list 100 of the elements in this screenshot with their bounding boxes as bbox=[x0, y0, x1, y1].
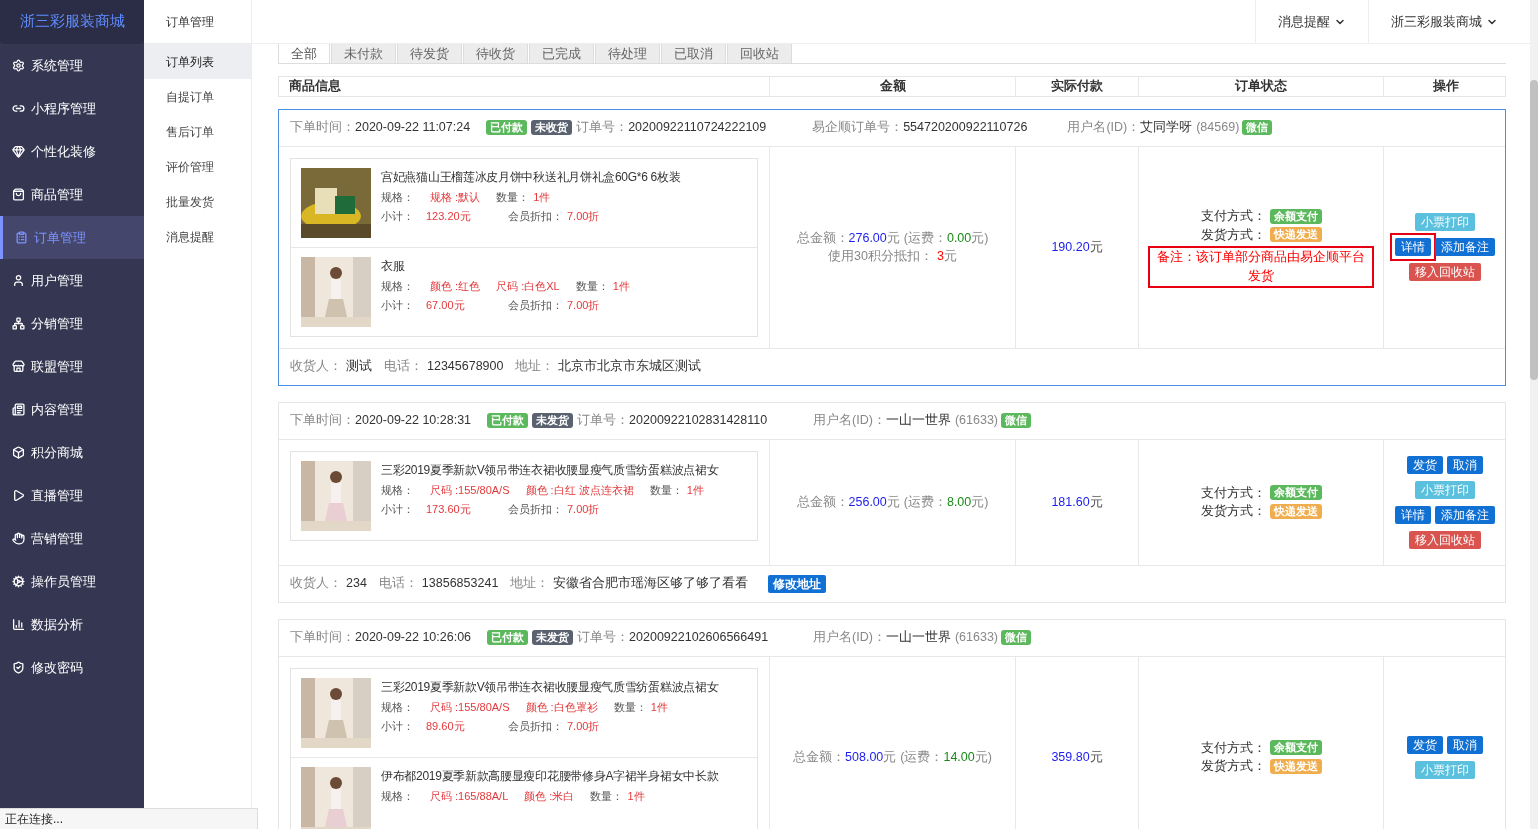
tab[interactable]: 已取消 bbox=[661, 44, 726, 63]
remark-note: 备注：该订单部分商品由易企顺平台发货 bbox=[1148, 246, 1374, 288]
column-header: 订单状态 bbox=[1139, 77, 1384, 96]
action-button[interactable]: 发货 bbox=[1406, 455, 1443, 474]
product-name[interactable]: 三彩2019夏季新款V领吊带连衣裙收腰显瘦气质雪纺蛋糕波点裙女 bbox=[381, 460, 719, 479]
spec-value: 颜色 :白色罩衫 bbox=[525, 699, 598, 715]
wechat-tag: 微信 bbox=[1001, 413, 1031, 429]
subtotal-value: 123.20元 bbox=[426, 209, 472, 225]
product-name[interactable]: 衣服 bbox=[381, 256, 630, 275]
product-name[interactable]: 三彩2019夏季新款V领吊带连衣裙收腰显瘦气质雪纺蛋糕波点裙女 bbox=[381, 677, 719, 696]
subtotal-value: 67.00元 bbox=[426, 298, 466, 314]
sidebar-item[interactable]: 直播管理 bbox=[0, 474, 144, 517]
sidebar-item[interactable]: 个性化装修 bbox=[0, 130, 144, 173]
quantity-value: 1件 bbox=[627, 788, 645, 804]
sidebar-item[interactable]: 系统管理 bbox=[0, 44, 144, 87]
menu-icon bbox=[12, 317, 25, 330]
spec-label: 规格： bbox=[381, 189, 414, 205]
sidebar-item[interactable]: 修改密码 bbox=[0, 646, 144, 689]
quantity-label: 数量： bbox=[613, 699, 647, 715]
shipping-method-tag: 快递发送 bbox=[1269, 504, 1322, 520]
paid-unit: 元 bbox=[1089, 238, 1103, 256]
menu-icon bbox=[12, 403, 25, 416]
payment-method-label: 支付方式： bbox=[1200, 739, 1266, 757]
action-button[interactable]: 移入回收站 bbox=[1408, 530, 1481, 549]
paid-amount: 190.20 bbox=[1051, 238, 1090, 256]
submenu-title: 订单管理 bbox=[166, 13, 214, 31]
points-amount: 3 bbox=[936, 248, 944, 266]
quantity-label: 数量： bbox=[575, 278, 609, 294]
quantity-value: 1件 bbox=[650, 699, 668, 715]
action-button[interactable]: 取消 bbox=[1446, 735, 1483, 754]
spec-value: 尺码 :155/80A/S bbox=[430, 482, 510, 498]
shipping-amount: 14.00 bbox=[943, 748, 975, 766]
tab[interactable]: 已完成 bbox=[529, 44, 594, 63]
shipping-method-label: 发货方式： bbox=[1200, 758, 1266, 776]
quantity-value: 1件 bbox=[686, 482, 704, 498]
tab[interactable]: 待收货 bbox=[463, 44, 528, 63]
submenu-item[interactable]: 订单列表 bbox=[144, 44, 251, 79]
column-header: 金额 bbox=[770, 77, 1016, 96]
sidebar-item[interactable]: 积分商城 bbox=[0, 431, 144, 474]
sidebar-item[interactable]: 联盟管理 bbox=[0, 345, 144, 388]
sidebar-item[interactable]: 用户管理 bbox=[0, 259, 144, 302]
quantity-value: 1件 bbox=[612, 278, 630, 294]
discount-value: 7.00折 bbox=[567, 502, 600, 518]
shipping-amount: 0.00 bbox=[946, 229, 972, 247]
product-name[interactable]: 宫妃燕猫山王榴莲冰皮月饼中秋送礼月饼礼盒60G*6 6枚装 bbox=[381, 167, 681, 186]
tab[interactable]: 待发货 bbox=[397, 44, 462, 63]
menu-icon bbox=[12, 446, 25, 459]
edit-address-button[interactable]: 修改地址 bbox=[768, 574, 827, 593]
order-number-label: 订单号： bbox=[576, 119, 629, 137]
scrollbar[interactable] bbox=[1530, 0, 1538, 829]
menu-icon bbox=[12, 102, 25, 115]
shipping-method-tag: 快递发送 bbox=[1269, 227, 1322, 243]
discount-value: 7.00折 bbox=[567, 719, 600, 735]
discount-label: 会员折扣： bbox=[508, 719, 563, 735]
order-time: 2020-09-22 10:28:31 bbox=[355, 412, 472, 430]
topbar-menu[interactable]: 消息提醒 bbox=[1255, 0, 1368, 43]
action-button[interactable]: 发货 bbox=[1406, 735, 1443, 754]
menu-icon bbox=[12, 618, 25, 631]
discount-value: 7.00折 bbox=[567, 209, 600, 225]
discount-label: 会员折扣： bbox=[508, 209, 563, 225]
action-button[interactable]: 移入回收站 bbox=[1408, 263, 1481, 282]
tab[interactable]: 回收站 bbox=[727, 44, 792, 63]
menu-icon bbox=[12, 575, 25, 588]
username: 一山一世界 bbox=[885, 629, 951, 647]
sidebar-item[interactable]: 营销管理 bbox=[0, 517, 144, 560]
menu-icon bbox=[12, 274, 25, 287]
payment-method-label: 支付方式： bbox=[1200, 484, 1266, 502]
shipping-label: (运费： bbox=[903, 493, 947, 511]
sidebar-item[interactable]: 内容管理 bbox=[0, 388, 144, 431]
tab[interactable]: 待处理 bbox=[595, 44, 660, 63]
shipping-method-label: 发货方式： bbox=[1200, 503, 1266, 521]
order-time-label: 下单时间： bbox=[290, 119, 355, 137]
menu-icon bbox=[12, 188, 25, 201]
sidebar-item[interactable]: 分销管理 bbox=[0, 302, 144, 345]
menu-icon bbox=[12, 489, 25, 502]
currency-unit: 元 bbox=[883, 748, 897, 766]
action-button[interactable]: 添加备注 bbox=[1434, 238, 1495, 257]
tab[interactable]: 未付款 bbox=[331, 44, 396, 63]
product-name[interactable]: 伊布都2019夏季新款高腰显瘦印花腰带修身A字裙半身裙女中长款 bbox=[381, 766, 719, 785]
spec-value: 颜色 :米白 bbox=[524, 788, 575, 804]
user-id: (61633) bbox=[954, 629, 998, 647]
status-badge: 已付款 bbox=[486, 120, 528, 136]
sidebar-item[interactable]: 商品管理 bbox=[0, 173, 144, 216]
action-button[interactable]: 添加备注 bbox=[1434, 505, 1495, 524]
paid-amount: 359.80 bbox=[1051, 748, 1090, 766]
sidebar-item[interactable]: 操作员管理 bbox=[0, 560, 144, 603]
sidebar-item[interactable]: 小程序管理 bbox=[0, 87, 144, 130]
action-button[interactable]: 详情 bbox=[1394, 505, 1431, 524]
wechat-tag: 微信 bbox=[1242, 120, 1273, 136]
points-label: 使用30积分抵扣： bbox=[828, 248, 933, 266]
phone-number: 13856853241 bbox=[421, 575, 499, 593]
action-button[interactable]: 详情 bbox=[1389, 233, 1436, 262]
action-button[interactable]: 取消 bbox=[1446, 455, 1483, 474]
tab[interactable]: 全部 bbox=[278, 44, 330, 63]
status-badge: 未发货 bbox=[532, 630, 574, 646]
shipping-unit: 元) bbox=[971, 229, 989, 247]
spec-value: 颜色 :白红 波点连衣裙 bbox=[525, 482, 634, 498]
topbar-menu[interactable]: 浙三彩服装商城 bbox=[1368, 0, 1520, 43]
sidebar-item[interactable]: 数据分析 bbox=[0, 603, 144, 646]
paid-amount: 181.60 bbox=[1051, 493, 1090, 511]
